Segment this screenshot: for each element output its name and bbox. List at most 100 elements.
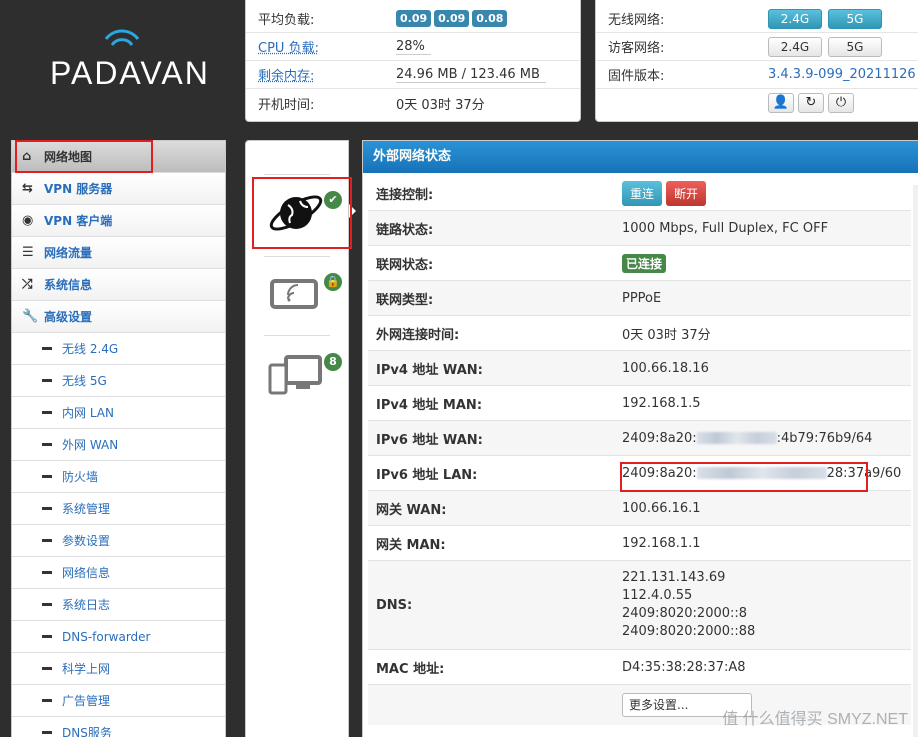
table-row: IPv4 地址 MAN: 192.168.1.5 bbox=[368, 386, 911, 421]
gateway-man-value: 192.168.1.1 bbox=[622, 535, 701, 551]
dns-label: DNS: bbox=[376, 597, 413, 613]
divider bbox=[264, 335, 330, 336]
wireless-row: 无线网络: 2.4G 5G bbox=[596, 5, 918, 33]
user-icon[interactable]: 👤 bbox=[768, 93, 794, 113]
sidebar-sub-label: 防火墙 bbox=[62, 470, 99, 484]
highlight-box-network-map bbox=[15, 140, 153, 173]
guest-row: 访客网络: 2.4G 5G bbox=[596, 33, 918, 61]
cpu-row: CPU 负载: 28% bbox=[246, 33, 580, 61]
sidebar-sub-dns-service[interactable]: DNS服务 bbox=[12, 717, 225, 737]
table-row: 链路状态: 1000 Mbps, Full Duplex, FC OFF bbox=[368, 211, 911, 246]
firmware-version-link[interactable]: 3.4.3.9-099_20211126 bbox=[768, 67, 916, 82]
wireless-24g-button[interactable]: 2.4G bbox=[768, 8, 822, 29]
dash-icon bbox=[42, 699, 52, 702]
sidebar-sub-syslog[interactable]: 系统日志 bbox=[12, 589, 225, 621]
sidebar-sub-label: 无线 5G bbox=[62, 374, 107, 388]
dash-icon bbox=[42, 379, 52, 382]
clients-devices-icon[interactable] bbox=[266, 349, 330, 409]
sidebar-sub-net-info[interactable]: 网络信息 bbox=[12, 557, 225, 589]
sidebar-sub-proxy[interactable]: 科学上网 bbox=[12, 653, 225, 685]
sidebar-sub-wireless-24g[interactable]: 无线 2.4G bbox=[12, 333, 225, 365]
ipv6-wan-label: IPv6 地址 WAN: bbox=[376, 432, 483, 448]
table-row: 外网连接时间: 0天 03时 37分 bbox=[368, 316, 911, 351]
sidebar-sub-lan[interactable]: 内网 LAN bbox=[12, 397, 225, 429]
sidebar-sub-label: 网络信息 bbox=[62, 566, 111, 580]
type-value: PPPoE bbox=[622, 290, 662, 306]
sidebar-sub-label: DNS服务 bbox=[62, 726, 112, 737]
load-1min: 0.09 bbox=[396, 10, 432, 27]
watermark: 值 什么值得买 SMYZ.NET bbox=[722, 711, 908, 728]
load-label: 平均负载: bbox=[258, 13, 315, 28]
table-row: 网关 WAN: 100.66.16.1 bbox=[368, 491, 911, 526]
sidebar-sub-params[interactable]: 参数设置 bbox=[12, 525, 225, 557]
guest-24g-button[interactable]: 2.4G bbox=[768, 36, 822, 57]
cpu-label[interactable]: CPU 负载: bbox=[258, 37, 396, 56]
inet-label: 联网状态: bbox=[376, 257, 434, 273]
time-label: 外网连接时间: bbox=[376, 327, 460, 343]
sidebar-item-advanced[interactable]: 🔧 高级设置 bbox=[12, 301, 225, 333]
load-row: 平均负载: 0.09 0.09 0.08 bbox=[246, 5, 580, 33]
sidebar-sub-dns-forwarder[interactable]: DNS-forwarder bbox=[12, 621, 225, 653]
memory-row: 剩余内存: 24.96 MB / 123.46 MB bbox=[246, 61, 580, 89]
load-5min: 0.09 bbox=[434, 10, 470, 27]
sidebar-item-label: 系统信息 bbox=[44, 278, 93, 292]
router-wireless-icon[interactable] bbox=[266, 269, 330, 329]
dash-icon bbox=[42, 411, 52, 414]
memory-label[interactable]: 剩余内存: bbox=[258, 65, 396, 84]
sidebar-sub-adblock[interactable]: 广告管理 bbox=[12, 685, 225, 717]
sidebar-item-traffic[interactable]: ☰ 网络流量 bbox=[12, 237, 225, 269]
wan-status-table: 连接控制: 重连 断开 链路状态: 1000 Mbps, Full Duplex,… bbox=[368, 177, 911, 725]
padavan-logo: PADAVAN bbox=[40, 25, 210, 95]
sidebar-item-vpn-server[interactable]: ⇆ VPN 服务器 bbox=[12, 173, 225, 205]
sidebar-sub-system-admin[interactable]: 系统管理 bbox=[12, 493, 225, 525]
dash-icon bbox=[42, 667, 52, 670]
refresh-icon[interactable]: ↻ bbox=[798, 93, 824, 113]
ipv6-lan-label: IPv6 地址 LAN: bbox=[376, 467, 478, 483]
dns-list: 221.131.143.69 112.4.0.55 2409:8020:2000… bbox=[622, 569, 755, 641]
dash-icon bbox=[42, 635, 52, 638]
random-icon: ⤮ bbox=[22, 277, 33, 292]
sidebar-item-label: VPN 客户端 bbox=[44, 214, 113, 228]
sidebar-item-vpn-client[interactable]: ◉ VPN 客户端 bbox=[12, 205, 225, 237]
dns-server: 2409:8020:2000::8 bbox=[622, 606, 748, 621]
client-count-badge: 8 bbox=[324, 353, 342, 371]
firmware-label: 固件版本: bbox=[608, 69, 665, 84]
dash-icon bbox=[42, 571, 52, 574]
link-label: 链路状态: bbox=[376, 222, 434, 238]
guest-label: 访客网络: bbox=[608, 41, 665, 56]
dash-icon bbox=[42, 347, 52, 350]
globe-icon: ◉ bbox=[22, 213, 34, 228]
sidebar-sub-label: 广告管理 bbox=[62, 694, 111, 708]
power-icon[interactable]: ⏻ bbox=[828, 93, 854, 113]
dash-icon bbox=[42, 475, 52, 478]
sidebar-sub-firewall[interactable]: 防火墙 bbox=[12, 461, 225, 493]
system-status-panel: 平均负载: 0.09 0.09 0.08 CPU 负载: 28% 剩余内存: 24.… bbox=[245, 0, 581, 122]
ipv6-wan-suffix: :4b79:76b9/64 bbox=[776, 430, 873, 446]
sidebar-item-system-info[interactable]: ⤮ 系统信息 bbox=[12, 269, 225, 301]
sidebar-item-label: 网络流量 bbox=[44, 246, 93, 260]
action-buttons-row: 👤 ↻ ⏻ bbox=[596, 89, 918, 117]
ipv4-wan-value: 100.66.18.16 bbox=[622, 360, 709, 376]
type-label: 联网类型: bbox=[376, 292, 434, 308]
sidebar-sub-wan[interactable]: 外网 WAN bbox=[12, 429, 225, 461]
disconnect-button[interactable]: 断开 bbox=[666, 181, 707, 206]
table-row: IPv4 地址 WAN: 100.66.18.16 bbox=[368, 351, 911, 386]
memory-value: 24.96 MB / 123.46 MB bbox=[396, 67, 546, 83]
scrollbar[interactable] bbox=[913, 185, 918, 737]
sidebar-sub-wireless-5g[interactable]: 无线 5G bbox=[12, 365, 225, 397]
guest-5g-button[interactable]: 5G bbox=[828, 36, 882, 57]
firmware-row: 固件版本: 3.4.3.9-099_20211126 bbox=[596, 61, 918, 89]
reconnect-button[interactable]: 重连 bbox=[622, 181, 663, 206]
panel-title: 外部网络状态 bbox=[363, 141, 918, 173]
wifi-waves-icon bbox=[104, 29, 140, 46]
retweet-icon: ⇆ bbox=[22, 181, 33, 196]
divider bbox=[264, 256, 330, 257]
dash-icon bbox=[42, 603, 52, 606]
highlight-box-internet bbox=[252, 177, 352, 249]
highlight-box-ipv6-lan bbox=[620, 462, 868, 492]
dns-server: 2409:8020:2000::88 bbox=[622, 624, 756, 639]
table-row: 网关 MAN: 192.168.1.1 bbox=[368, 526, 911, 561]
wireless-5g-button[interactable]: 5G bbox=[828, 8, 882, 29]
sidebar-sub-label: 参数设置 bbox=[62, 534, 111, 548]
sidebar-item-label: VPN 服务器 bbox=[44, 182, 113, 196]
